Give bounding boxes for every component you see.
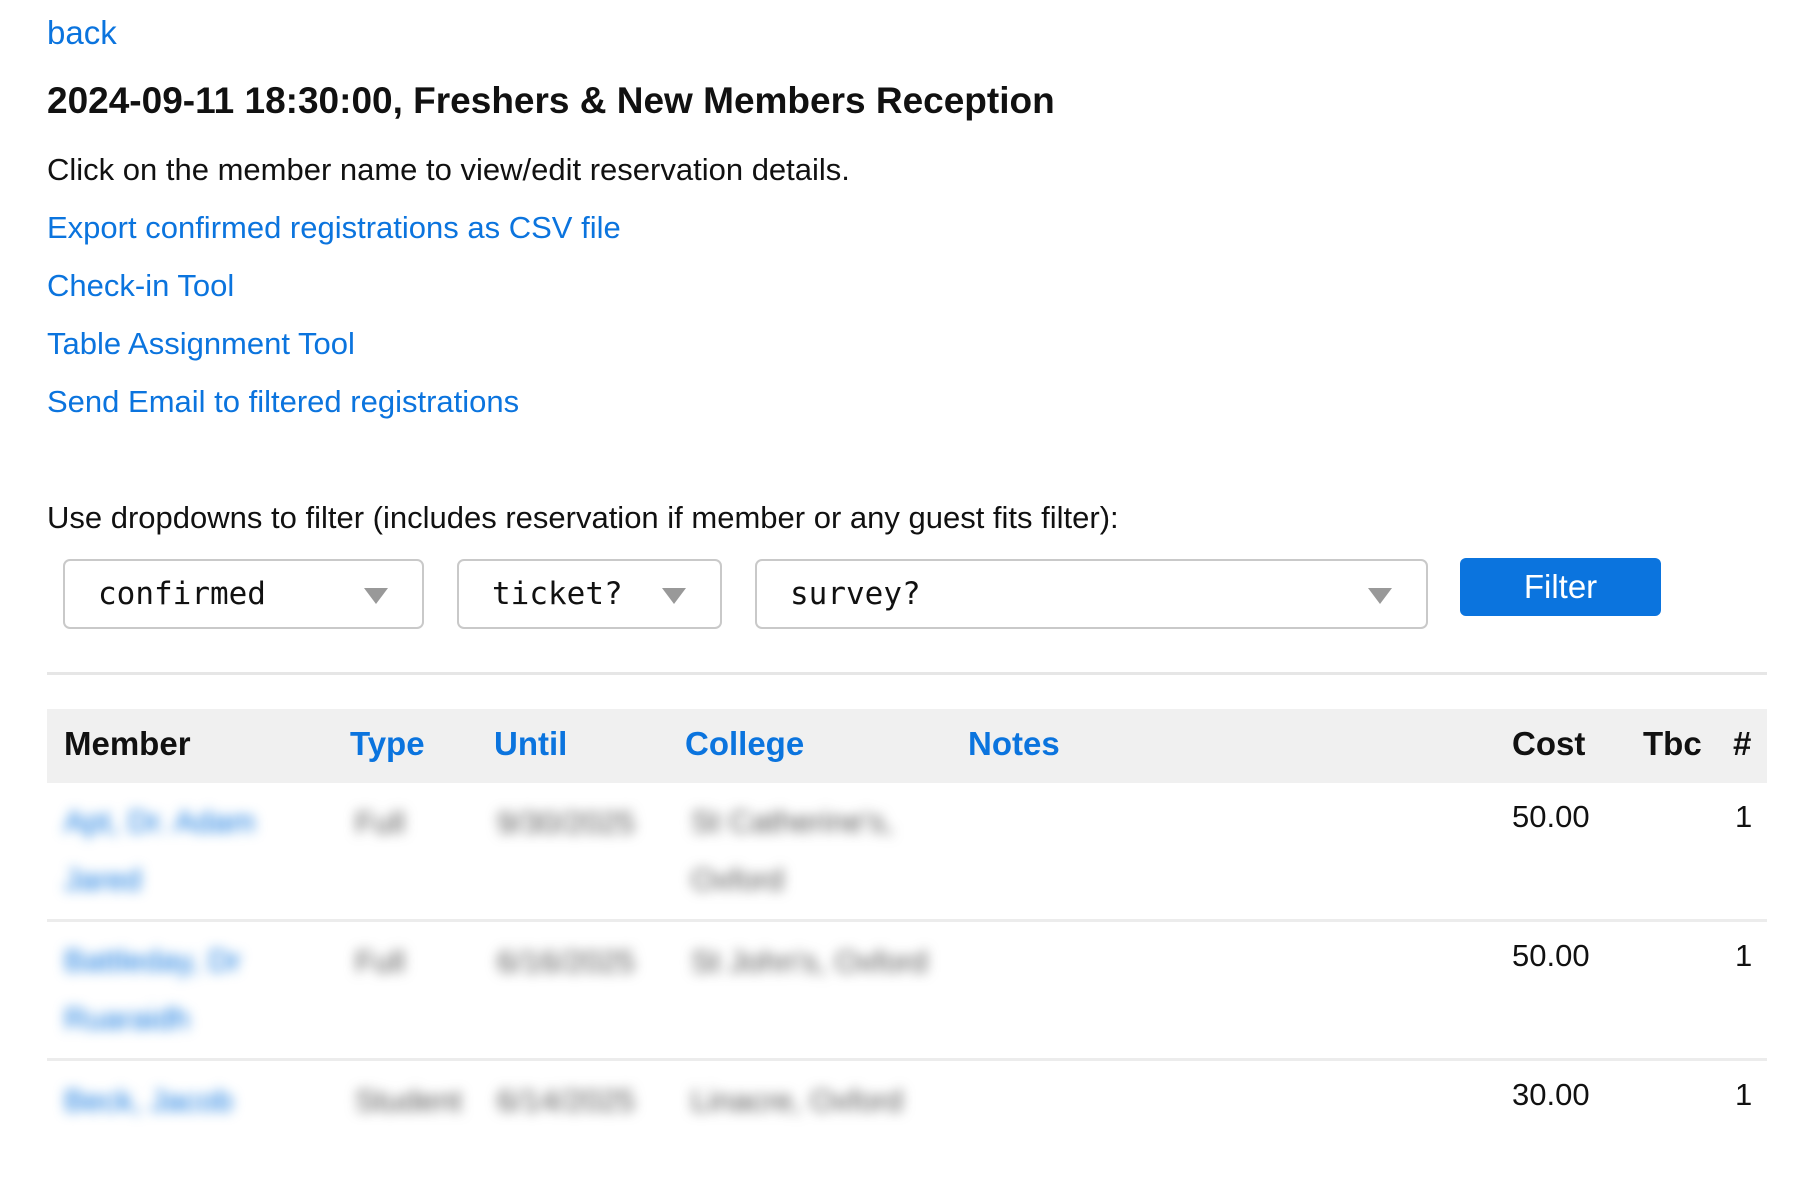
column-header-member: Member (64, 725, 191, 762)
send-email-link[interactable]: Send Email to filtered registrations (47, 384, 519, 420)
survey-select[interactable]: survey? (755, 559, 1428, 629)
cost-cell: 50.00 (1512, 799, 1590, 834)
count-cell: 1 (1735, 938, 1753, 973)
filter-hint: Use dropdowns to filter (includes reserv… (47, 500, 1119, 535)
member-name-link[interactable]: Beck, Jacob (64, 1083, 233, 1119)
ticket-select[interactable]: ticket? (457, 559, 722, 629)
check-in-tool-link[interactable]: Check-in Tool (47, 268, 234, 304)
chevron-down-icon (1368, 588, 1392, 604)
table-row: Battleday, Dr Ruaraidh Full 6/16/2025 St… (47, 922, 1767, 1061)
chevron-down-icon (662, 588, 686, 604)
filter-button[interactable]: Filter (1460, 558, 1661, 616)
college-cell: Linacre, Oxford (691, 1083, 903, 1118)
ticket-select-value: ticket? (492, 576, 623, 612)
table-row: Apt, Dr. Adam Jared Full 9/30/2025 St Ca… (47, 783, 1767, 922)
member-name-link[interactable]: Apt, Dr. Adam Jared (64, 793, 294, 909)
type-cell: Student (355, 1083, 462, 1118)
intro-text: Click on the member name to view/edit re… (47, 152, 850, 187)
page-title: 2024-09-11 18:30:00, Freshers & New Memb… (47, 80, 1055, 121)
export-csv-link[interactable]: Export confirmed registrations as CSV fi… (47, 210, 621, 246)
column-header-notes[interactable]: Notes (968, 725, 1060, 763)
until-cell: 6/16/2025 (497, 944, 635, 979)
status-select-value: confirmed (98, 576, 266, 612)
column-header-until[interactable]: Until (494, 725, 567, 763)
count-cell: 1 (1735, 799, 1753, 834)
survey-select-value: survey? (790, 576, 921, 612)
table-header-row: Member Type Until College Notes Cost Tbc… (47, 709, 1767, 783)
table-row: Beck, Jacob Student 6/14/2025 Linacre, O… (47, 1061, 1767, 1197)
college-cell: St John's, Oxford (691, 944, 928, 979)
status-select[interactable]: confirmed (63, 559, 424, 629)
count-cell: 1 (1735, 1077, 1753, 1112)
type-cell: Full (355, 805, 405, 840)
back-link[interactable]: back (47, 14, 117, 52)
type-cell: Full (355, 944, 405, 979)
member-name-link[interactable]: Battleday, Dr Ruaraidh (64, 932, 294, 1048)
cost-cell: 30.00 (1512, 1077, 1590, 1112)
divider (47, 672, 1767, 675)
college-cell: St Catherine's, Oxford (691, 804, 894, 897)
reservations-table: Member Type Until College Notes Cost Tbc… (47, 709, 1767, 1197)
column-header-type[interactable]: Type (350, 725, 425, 763)
column-header-college[interactable]: College (685, 725, 804, 763)
column-header-count: # (1733, 725, 1752, 762)
column-header-tbc: Tbc (1643, 725, 1702, 762)
chevron-down-icon (364, 588, 388, 604)
cost-cell: 50.00 (1512, 938, 1590, 973)
until-cell: 6/14/2025 (497, 1083, 635, 1118)
column-header-cost: Cost (1512, 725, 1586, 762)
table-assignment-tool-link[interactable]: Table Assignment Tool (47, 326, 355, 362)
until-cell: 9/30/2025 (497, 805, 635, 840)
